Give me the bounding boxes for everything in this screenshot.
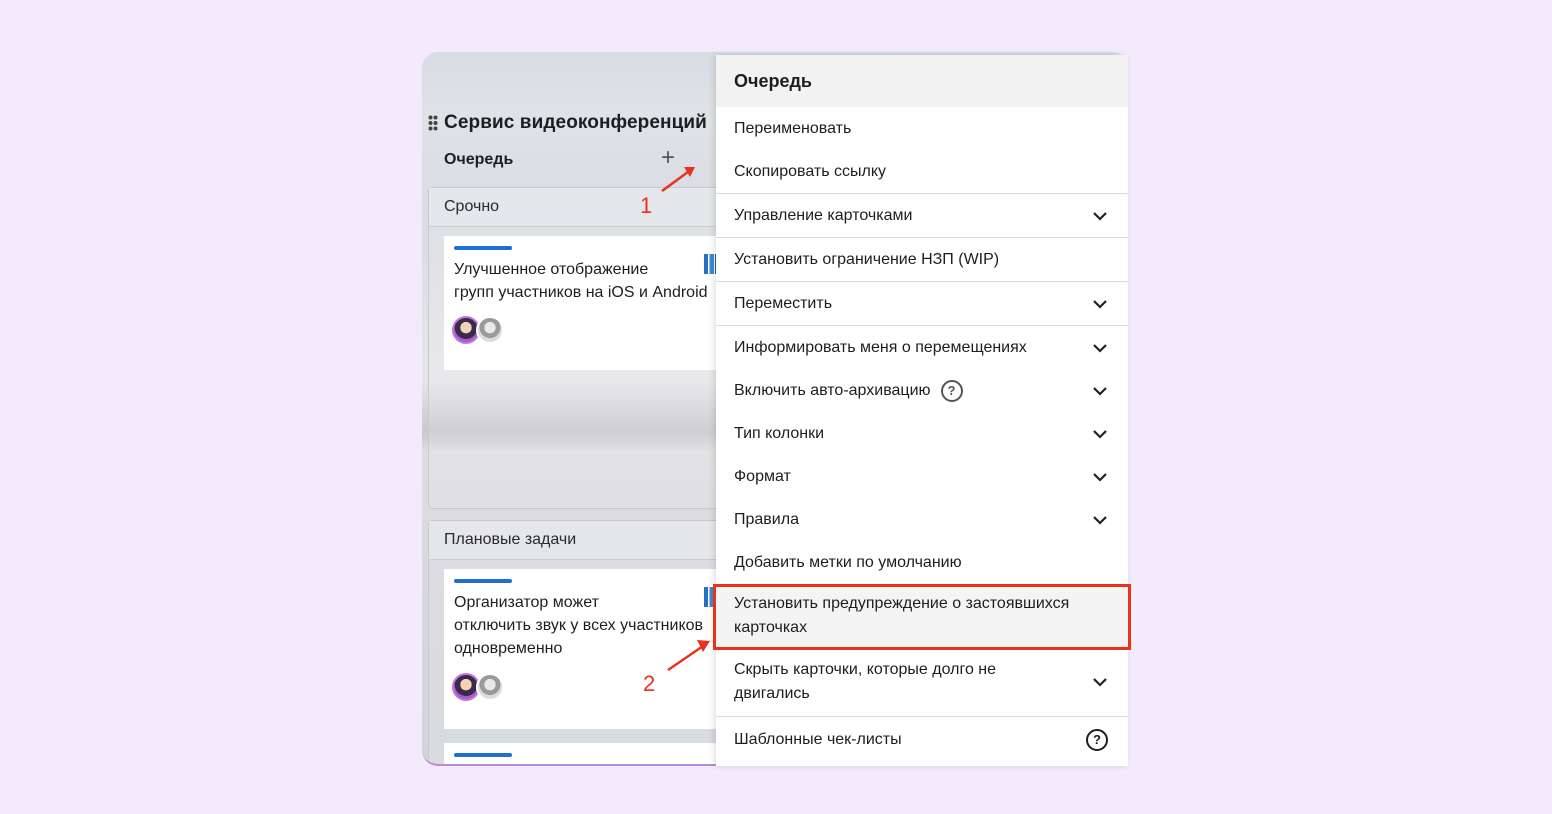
menu-item-rename[interactable]: Переименовать [716, 107, 1128, 151]
card-title-line: Улучшенное отображение [454, 261, 649, 278]
menu-item-label: Управление карточками [734, 206, 913, 224]
column-title[interactable]: Очередь [444, 151, 513, 169]
menu-item-hide-stale-cards[interactable]: Скрыть карточки, которые долго не двигал… [716, 648, 1128, 716]
card-color-bar [454, 246, 512, 250]
menu-item-notify-moves[interactable]: Информировать меня о перемещениях [716, 325, 1128, 369]
menu-item-label: Тип колонки [734, 424, 825, 442]
menu-item-auto-archive[interactable]: Включить авто-архивацию ? [716, 369, 1128, 412]
card-title-line: Организатор может [454, 594, 599, 611]
chevron-down-icon [1093, 211, 1107, 221]
menu-item-rules[interactable]: Правила [716, 498, 1128, 541]
avatar[interactable] [476, 316, 504, 344]
menu-item-move[interactable]: Переместить [716, 281, 1128, 325]
chevron-down-icon [1093, 472, 1107, 482]
menu-item-card-management[interactable]: Управление карточками [716, 193, 1128, 237]
menu-item-label: Включить авто-архивацию [734, 381, 931, 399]
menu-item-label: Информировать меня о перемещениях [734, 338, 1027, 356]
swimlane-title[interactable]: Плановые задачи [429, 521, 727, 560]
chevron-down-icon [1093, 429, 1107, 439]
menu-item-default-labels[interactable]: Добавить метки по умолчанию [716, 541, 1128, 584]
menu-item-label: Формат [734, 467, 791, 485]
chevron-down-icon [1093, 343, 1107, 353]
help-icon[interactable]: ? [1086, 728, 1108, 751]
menu-item-label: Добавить метки по умолчанию [734, 553, 962, 571]
swimlane-urgent: Срочно Улучшенное отображение групп учас… [428, 187, 728, 509]
menu-item-label: Установить ограничение НЗП (WIP) [734, 250, 1000, 268]
menu-header: Очередь [716, 55, 1128, 107]
card-assignees [452, 673, 504, 701]
card-title-line: групп участников на iOS и Android [454, 284, 708, 301]
chevron-down-icon [1093, 299, 1107, 309]
menu-item-label: карточках [734, 619, 808, 636]
menu-item-copy-link[interactable]: Скопировать ссылку [716, 151, 1128, 193]
column-context-menu: Очередь Переименовать Скопировать ссылку… [716, 55, 1128, 766]
menu-item-stale-warning[interactable]: Установить предупреждение о застоявшихся… [716, 584, 1128, 648]
menu-item-label: Установить предупреждение о застоявшихся [734, 595, 1070, 612]
board-header: Сервис видеоконференций [422, 110, 707, 136]
card-assignees [452, 316, 504, 344]
card[interactable] [444, 743, 724, 764]
card-color-bar [454, 579, 512, 583]
chevron-down-icon [1093, 515, 1107, 525]
card-color-bar [454, 753, 512, 757]
menu-item-label: Скопировать ссылку [734, 163, 887, 180]
card[interactable]: Улучшенное отображение групп участников … [444, 236, 724, 370]
menu-item-column-type[interactable]: Тип колонки [716, 412, 1128, 455]
menu-item-label: двигались [734, 685, 810, 702]
annotation-arrow-1-icon [661, 167, 695, 193]
menu-item-label: Шаблонные чек-листы [734, 730, 902, 748]
menu-item-label: Переименовать [734, 120, 852, 137]
annotation-step-2: 2 [643, 671, 656, 696]
annotation-step-1: 1 [640, 193, 653, 218]
board-title: Сервис видеоконференций [444, 112, 707, 133]
card-title-line: отключить звук у всех участников [454, 617, 704, 634]
drag-handle-icon[interactable] [422, 114, 444, 132]
menu-item-label: Переместить [734, 294, 833, 312]
menu-item-label: Правила [734, 510, 799, 528]
chevron-down-icon [1093, 386, 1107, 396]
chevron-down-icon [1093, 678, 1107, 687]
menu-item-format[interactable]: Формат [716, 455, 1128, 498]
menu-item-label: Скрыть карточки, которые долго не [734, 661, 997, 678]
avatar[interactable] [476, 673, 504, 701]
annotation-arrow-2-icon [667, 640, 710, 672]
menu-item-wip-limit[interactable]: Установить ограничение НЗП (WIP) [716, 237, 1128, 281]
help-icon[interactable]: ? [940, 379, 963, 402]
menu-item-checklist-templates[interactable]: Шаблонные чек-листы ? [716, 716, 1128, 762]
